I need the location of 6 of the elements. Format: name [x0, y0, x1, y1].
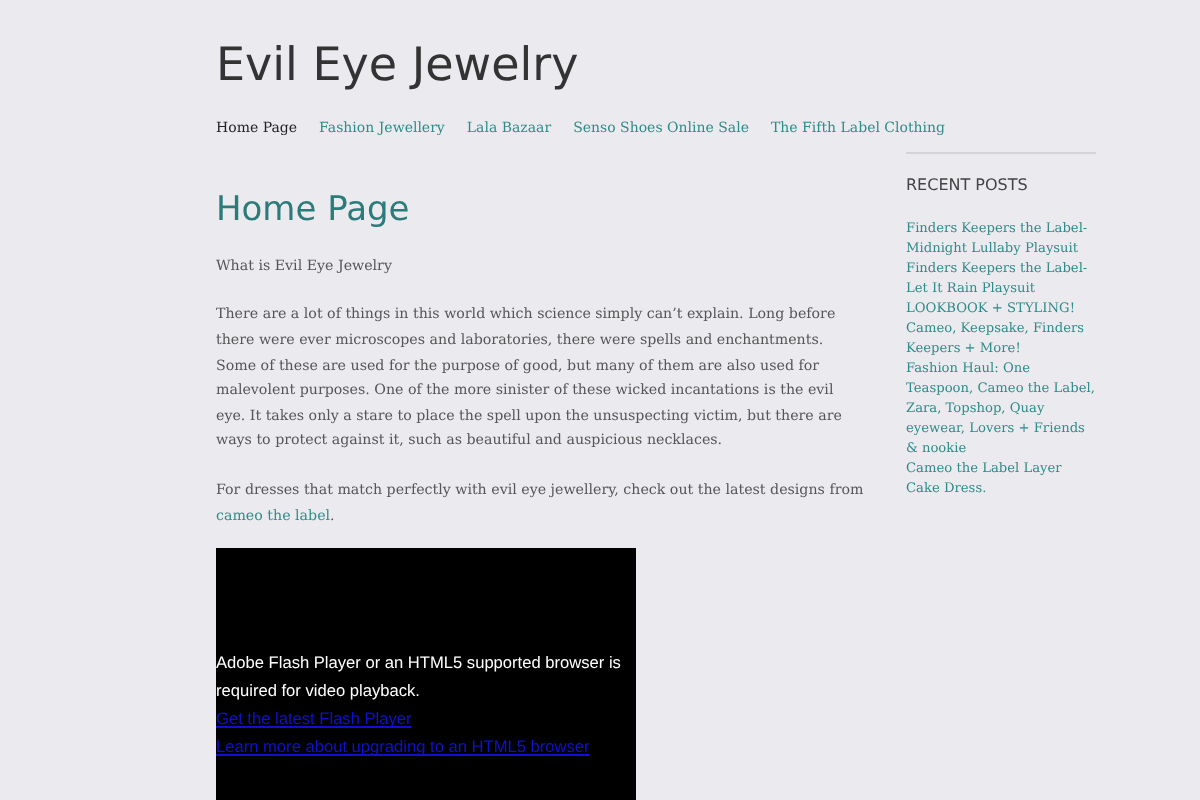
video-message: Adobe Flash Player or an HTML5 supported browser is required for video playback. [216, 650, 623, 705]
video-link[interactable]: Get the latest Flash Player [216, 704, 636, 733]
page-heading: Home Page [216, 189, 412, 230]
video-link[interactable]: Learn more about upgrading to an HTML5 browser [216, 732, 636, 761]
sidebar-heading: RECENT POSTS [906, 175, 1030, 195]
site-title: Evil Eye Jewelry [216, 44, 581, 90]
